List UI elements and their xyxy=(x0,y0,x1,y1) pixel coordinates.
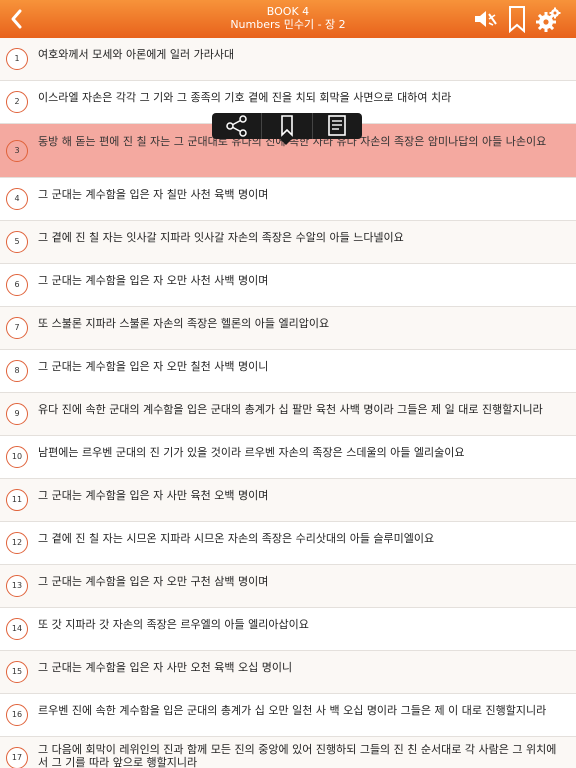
top-bar: BOOK 4 Numbers 민수기 - 장 2 xyxy=(0,0,576,38)
audio-button[interactable] xyxy=(472,7,498,31)
chevron-left-icon xyxy=(11,9,22,29)
share-button[interactable] xyxy=(212,113,263,139)
verse-row[interactable]: 17 그 다음에 회막이 레위인의 진과 함께 모든 진의 중앙에 있어 진행하되… xyxy=(0,737,576,768)
bookmark-icon xyxy=(281,115,293,137)
note-icon xyxy=(328,115,347,136)
back-button[interactable] xyxy=(4,4,30,34)
verse-row[interactable]: 12 그 곁에 진 칠 자는 시므온 지파라 시므온 자손의 족장은 수리삿대의 … xyxy=(0,522,576,565)
verse-row[interactable]: 8 그 군대는 계수함을 입은 자 오만 칠천 사백 명이니 xyxy=(0,350,576,393)
verse-text: 르우벤 진에 속한 계수함을 입은 군대의 총계가 십 오만 일천 사 백 오십… xyxy=(38,704,547,717)
verse-list[interactable]: 1 여호와께서 모세와 아론에게 일러 가라사대 2 이스라엘 자손은 각각 그 기와… xyxy=(0,38,576,768)
verse-action-popup xyxy=(212,113,362,139)
verse-row[interactable]: 16 르우벤 진에 속한 계수함을 입은 군대의 총계가 십 오만 일천 사 백 … xyxy=(0,694,576,737)
verse-number-badge: 17 xyxy=(6,747,28,768)
verse-row[interactable]: 9 유다 진에 속한 군대의 계수함을 입은 군대의 총계가 십 팔만 육천 사백… xyxy=(0,393,576,436)
bookmark-icon xyxy=(509,6,525,34)
verse-number-badge: 14 xyxy=(6,618,28,640)
verse-text: 그 군대는 계수함을 입은 자 사만 오천 육백 오십 명이니 xyxy=(38,661,293,674)
verse-text: 그 곁에 진 칠 자는 시므온 지파라 시므온 자손의 족장은 수리삿대의 아들… xyxy=(38,532,435,545)
verse-number-badge: 15 xyxy=(6,661,28,683)
settings-button[interactable] xyxy=(535,7,561,33)
bookmark-toolbar-button[interactable] xyxy=(508,6,526,34)
popup-arrow xyxy=(280,139,292,145)
share-icon xyxy=(225,115,247,137)
verse-text: 그 군대는 계수함을 입은 자 오만 구천 삼백 명이며 xyxy=(38,575,269,588)
verse-text: 또 스불론 지파라 스불론 자손의 족장은 헬론의 아들 엘리압이요 xyxy=(38,317,330,330)
verse-number-badge: 8 xyxy=(6,360,28,382)
verse-row[interactable]: 14 또 갓 지파라 갓 자손의 족장은 르우엘의 아들 엘리아삽이요 xyxy=(0,608,576,651)
gear-icon xyxy=(536,7,561,32)
verse-number-badge: 13 xyxy=(6,575,28,597)
verse-row[interactable]: 10 남편에는 르우벤 군대의 진 기가 있을 것이라 르우벤 자손의 족장은 스… xyxy=(0,436,576,479)
book-label: BOOK 4 xyxy=(266,5,310,18)
verse-row[interactable]: 6 그 군대는 계수함을 입은 자 오만 사천 사백 명이며 xyxy=(0,264,576,307)
verse-number-badge: 11 xyxy=(6,489,28,511)
verse-number-badge: 12 xyxy=(6,532,28,554)
chapter-label: Numbers 민수기 - 장 2 xyxy=(230,18,346,31)
verse-text: 그 군대는 계수함을 입은 자 오만 사천 사백 명이며 xyxy=(38,274,269,287)
verse-row[interactable]: 1 여호와께서 모세와 아론에게 일러 가라사대 xyxy=(0,38,576,81)
verse-number-badge: 5 xyxy=(6,231,28,253)
verse-number-badge: 7 xyxy=(6,317,28,339)
verse-text: 유다 진에 속한 군대의 계수함을 입은 군대의 총계가 십 팔만 육천 사백 … xyxy=(38,403,543,416)
verse-text: 또 갓 지파라 갓 자손의 족장은 르우엘의 아들 엘리아삽이요 xyxy=(38,618,309,631)
verse-number-badge: 1 xyxy=(6,48,28,70)
verse-number-badge: 4 xyxy=(6,188,28,210)
verse-text: 그 군대는 계수함을 입은 자 오만 칠천 사백 명이니 xyxy=(38,360,269,373)
verse-text: 그 군대는 계수함을 입은 자 사만 육천 오백 명이며 xyxy=(38,489,269,502)
verse-row[interactable]: 7 또 스불론 지파라 스불론 자손의 족장은 헬론의 아들 엘리압이요 xyxy=(0,307,576,350)
verse-row[interactable]: 15 그 군대는 계수함을 입은 자 사만 오천 육백 오십 명이니 xyxy=(0,651,576,694)
verse-number-badge: 16 xyxy=(6,704,28,726)
verse-text: 이스라엘 자손은 각각 그 기와 그 종족의 기호 곁에 진을 치되 회막을 사… xyxy=(38,91,452,104)
verse-row[interactable]: 13 그 군대는 계수함을 입은 자 오만 구천 삼백 명이며 xyxy=(0,565,576,608)
bookmark-verse-button[interactable] xyxy=(262,113,313,139)
verse-number-badge: 6 xyxy=(6,274,28,296)
verse-text: 남편에는 르우벤 군대의 진 기가 있을 것이라 르우벤 자손의 족장은 스데울… xyxy=(38,446,465,459)
verse-row[interactable]: 4 그 군대는 계수함을 입은 자 칠만 사천 육백 명이며 xyxy=(0,178,576,221)
verse-text: 그 다음에 회막이 레위인의 진과 함께 모든 진의 중앙에 있어 진행하되 그… xyxy=(38,743,557,768)
title-block: BOOK 4 Numbers 민수기 - 장 2 xyxy=(100,5,476,32)
verse-number-badge: 2 xyxy=(6,91,28,113)
verse-row[interactable]: 11 그 군대는 계수함을 입은 자 사만 육천 오백 명이며 xyxy=(0,479,576,522)
verse-text: 그 곁에 진 칠 자는 잇사갈 지파라 잇사갈 자손의 족장은 수알의 아들 느… xyxy=(38,231,404,244)
speaker-muted-icon xyxy=(475,11,497,27)
note-button[interactable] xyxy=(313,113,362,139)
verse-text: 그 군대는 계수함을 입은 자 칠만 사천 육백 명이며 xyxy=(38,188,269,201)
verse-number-badge: 10 xyxy=(6,446,28,468)
verse-row[interactable]: 5 그 곁에 진 칠 자는 잇사갈 지파라 잇사갈 자손의 족장은 수알의 아들 … xyxy=(0,221,576,264)
verse-text: 여호와께서 모세와 아론에게 일러 가라사대 xyxy=(38,48,235,61)
verse-number-badge: 3 xyxy=(6,140,28,162)
verse-number-badge: 9 xyxy=(6,403,28,425)
